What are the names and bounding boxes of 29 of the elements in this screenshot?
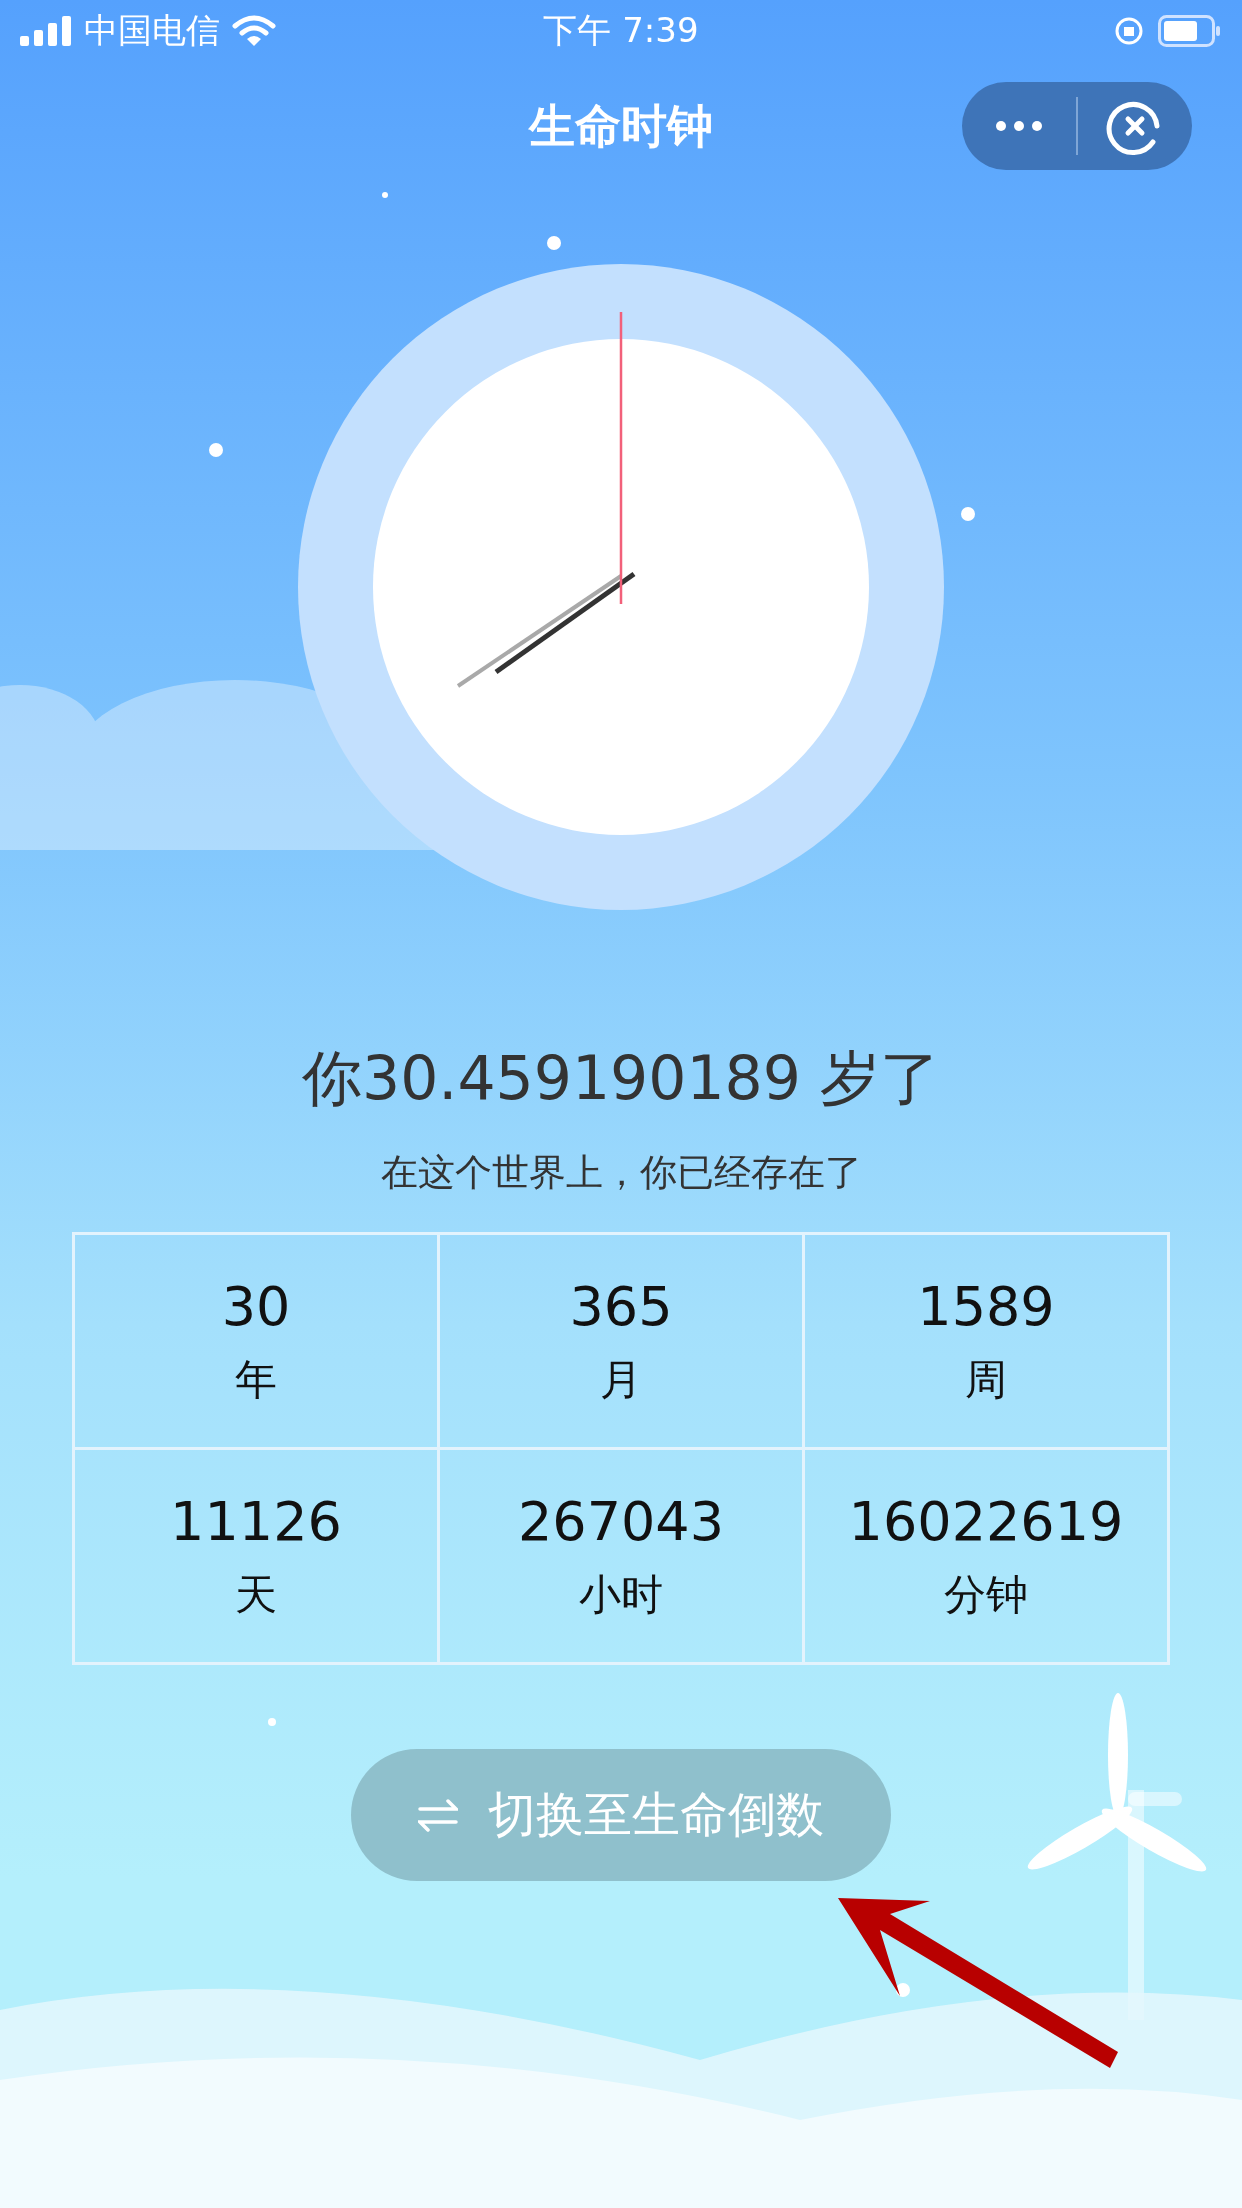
- switch-button[interactable]: 切换至生命倒数: [351, 1749, 891, 1881]
- battery-icon: [1158, 15, 1222, 47]
- subtitle-text: 在这个世界上，你已经存在了: [380, 1150, 862, 1196]
- stat-value: 30: [221, 1274, 291, 1338]
- stat-unit: 小时: [579, 1568, 663, 1621]
- stat-value: 16022619: [848, 1489, 1124, 1553]
- snow-dot: [382, 192, 388, 198]
- stat-unit: 分钟: [944, 1568, 1028, 1621]
- snow-dot: [547, 236, 561, 250]
- stat-value: 365: [569, 1274, 673, 1338]
- more-icon[interactable]: [995, 120, 1043, 132]
- stat-unit: 年: [235, 1353, 277, 1406]
- stat-unit: 天: [235, 1568, 277, 1621]
- age-text: 你30.459190189 岁了: [301, 1042, 941, 1115]
- stat-value: 1589: [917, 1274, 1055, 1338]
- carrier-name: 中国电信: [84, 9, 220, 52]
- snow-dot: [268, 1718, 276, 1726]
- signal-icon: [20, 16, 72, 46]
- status-time: 下午 7:39: [543, 9, 699, 52]
- rotation-lock-icon: [1114, 16, 1144, 46]
- wifi-icon: [232, 15, 276, 47]
- snow-dot: [961, 507, 975, 521]
- stat-value: 11126: [170, 1489, 342, 1553]
- snow-dot: [209, 443, 223, 457]
- stat-value: 267043: [517, 1489, 725, 1553]
- stat-unit: 月: [600, 1353, 642, 1406]
- stat-unit: 周: [965, 1353, 1007, 1406]
- snow-dot: [896, 1983, 910, 1997]
- page-title: 生命时钟: [529, 98, 713, 155]
